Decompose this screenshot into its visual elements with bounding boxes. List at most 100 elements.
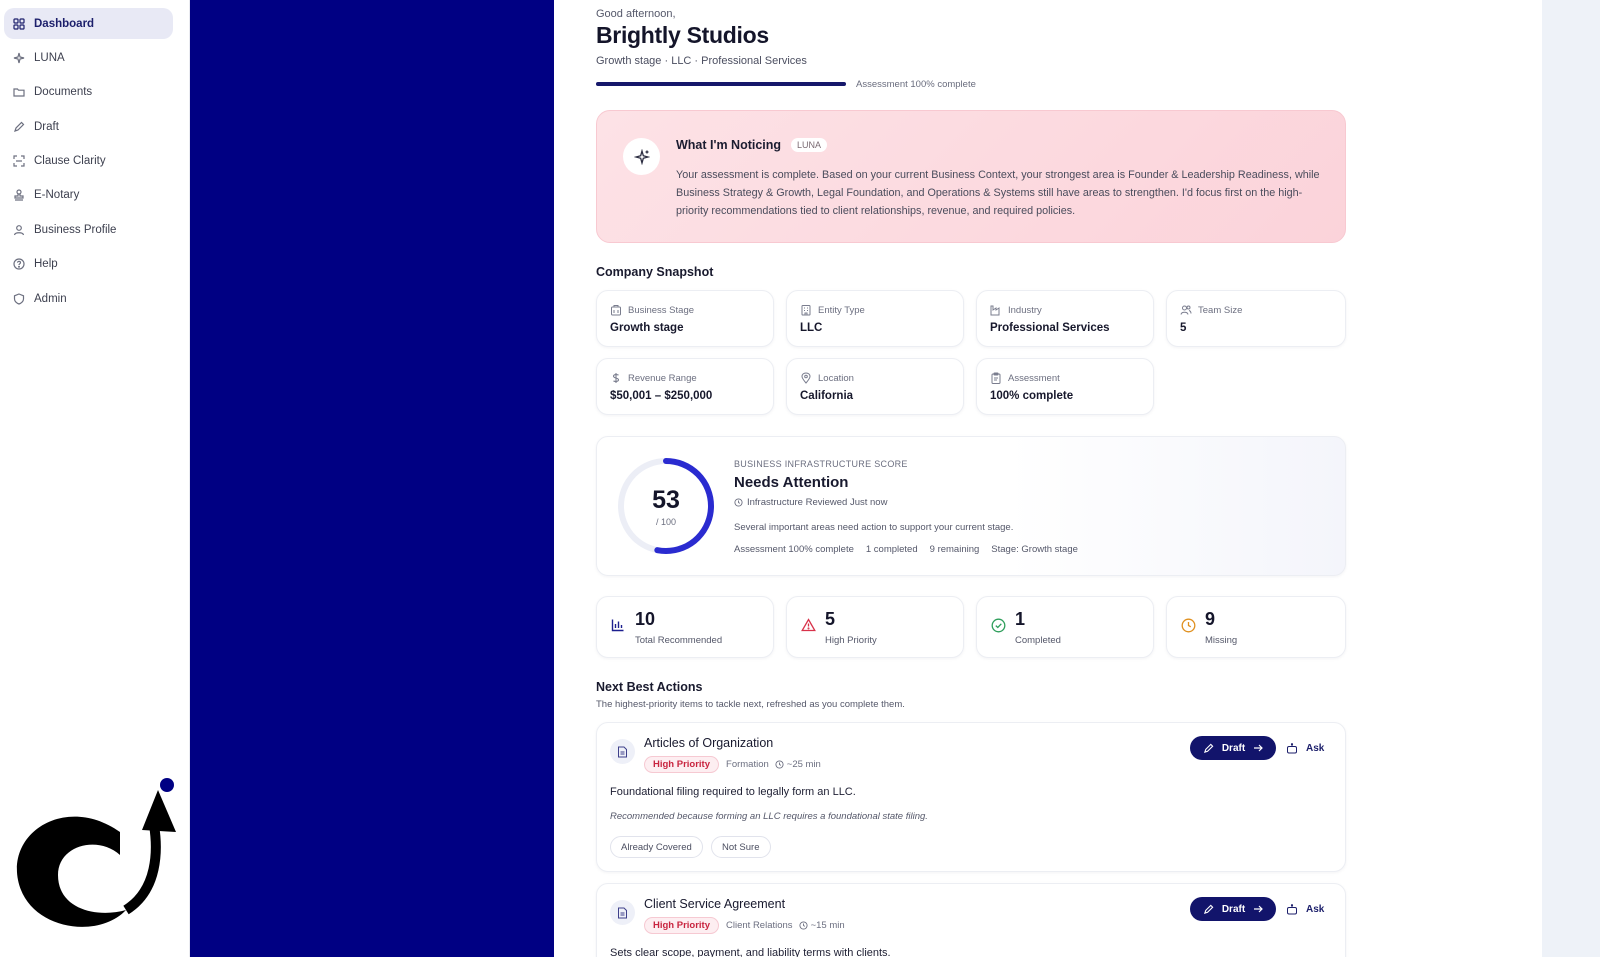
- sidebar-item-label: Draft: [34, 120, 59, 133]
- building-icon: [610, 304, 622, 316]
- snapshot-value: California: [800, 390, 854, 402]
- ask-button-label: Ask: [1306, 903, 1325, 915]
- ask-button-label: Ask: [1306, 742, 1325, 754]
- draft-button[interactable]: Draft: [1190, 897, 1276, 921]
- sidebar-item-admin[interactable]: Admin: [4, 283, 173, 314]
- snapshot-value: $50,001 – $250,000: [610, 390, 713, 402]
- pen-icon: [12, 120, 26, 134]
- sidebar-item-clause-clarity[interactable]: Clause Clarity: [4, 146, 173, 177]
- assessment-progress-fill: [596, 82, 846, 86]
- snapshot-card-entity-type: Entity Type LLC: [786, 290, 964, 347]
- assessment-progress-bar: [596, 82, 846, 86]
- score-stat: Stage: Growth stage: [991, 544, 1078, 555]
- sidebar-item-label: E-Notary: [34, 189, 80, 202]
- clock-icon: [775, 760, 784, 769]
- snapshot-card-revenue-range: Revenue Range $50,001 – $250,000: [596, 358, 774, 415]
- draft-button[interactable]: Draft: [1190, 736, 1276, 760]
- document-icon: [610, 739, 635, 764]
- dashboard-icon: [12, 17, 26, 31]
- draft-button-label: Draft: [1221, 742, 1246, 754]
- already-covered-chip[interactable]: Already Covered: [610, 836, 703, 858]
- snapshot-label-text: Business Stage: [628, 304, 695, 316]
- action-time: ~15 min: [799, 920, 845, 931]
- help-icon: [12, 257, 26, 271]
- not-sure-chip[interactable]: Not Sure: [711, 836, 771, 858]
- sidebar-item-luna[interactable]: LUNA: [4, 42, 173, 73]
- snapshot-label: Business Stage: [610, 304, 694, 316]
- score-description: Several important areas need action to s…: [734, 522, 1014, 533]
- folder-icon: [12, 85, 26, 99]
- office-icon: [800, 304, 812, 316]
- stat-label: Total Recommended: [635, 635, 723, 646]
- score-stat: 9 remaining: [929, 544, 980, 555]
- action-time-text: ~25 min: [786, 759, 821, 770]
- arrow-right-icon: [1253, 743, 1264, 753]
- arrow-right-icon: [1253, 904, 1264, 914]
- score-stats: Assessment 100% complete 1 completed 9 r…: [734, 544, 1090, 555]
- sidebar-item-help[interactable]: Help: [4, 249, 173, 280]
- snapshot-label-text: Revenue Range: [628, 372, 697, 384]
- score-denominator: / 100: [655, 517, 677, 527]
- next-actions-title: Next Best Actions: [596, 680, 703, 694]
- score-reviewed-text: Infrastructure Reviewed Just now: [747, 497, 888, 508]
- sidebar-item-label: Dashboard: [34, 17, 95, 30]
- snapshot-value: 100% complete: [990, 390, 1074, 402]
- stat-value: 1: [1015, 609, 1026, 629]
- shield-icon: [12, 292, 26, 306]
- stat-card-high-priority: 5 High Priority: [786, 596, 964, 658]
- score-kicker: BUSINESS INFRASTRUCTURE SCORE: [734, 459, 908, 469]
- clipboard-icon: [990, 372, 1002, 384]
- user-icon: [12, 223, 26, 237]
- factory-icon: [990, 304, 1002, 316]
- action-description: Foundational filing required to legally …: [610, 786, 856, 798]
- action-card: Client Service Agreement High Priority C…: [596, 883, 1346, 957]
- snapshot-value: 5: [1180, 322, 1187, 334]
- snapshot-label: Assessment: [990, 372, 1060, 384]
- sidebar-item-e-notary[interactable]: E-Notary: [4, 180, 173, 211]
- notice-title: What I'm Noticing: [676, 138, 782, 152]
- blue-band: [190, 0, 554, 957]
- sidebar-item-draft[interactable]: Draft: [4, 111, 173, 142]
- ask-button[interactable]: Ask: [1286, 897, 1324, 921]
- company-name: Brightly Studios: [596, 22, 769, 48]
- action-area: Client Relations: [726, 920, 793, 931]
- next-actions-subtitle: The highest-priority items to tackle nex…: [596, 699, 905, 710]
- snapshot-label: Revenue Range: [610, 372, 697, 384]
- ask-button[interactable]: Ask: [1286, 736, 1324, 760]
- stat-label: High Priority: [825, 635, 877, 646]
- snapshot-label-text: Location: [818, 372, 854, 384]
- greeting: Good afternoon,: [596, 8, 676, 20]
- stamp-icon: [12, 188, 26, 202]
- score-status: Needs Attention: [734, 474, 849, 491]
- stat-label: Missing: [1205, 635, 1238, 646]
- notice-body: Your assessment is complete. Based on yo…: [676, 169, 1320, 217]
- sparkle-icon: [12, 51, 26, 65]
- sidebar-item-business-profile[interactable]: Business Profile: [4, 214, 173, 245]
- pen-icon: [1203, 743, 1214, 754]
- action-card: Articles of Organization High Priority F…: [596, 722, 1346, 872]
- snapshot-label: Entity Type: [800, 304, 865, 316]
- company-meta: Growth stage · LLC · Professional Servic…: [596, 55, 807, 67]
- scan-icon: [12, 154, 26, 168]
- sidebar-item-label: Clause Clarity: [34, 155, 106, 168]
- robot-icon: [1286, 903, 1298, 915]
- priority-badge: High Priority: [644, 917, 720, 934]
- sidebar-item-dashboard[interactable]: Dashboard: [4, 8, 173, 39]
- snapshot-label-text: Industry: [1008, 304, 1042, 316]
- sidebar-item-label: Admin: [34, 292, 67, 305]
- action-title: Client Service Agreement: [644, 897, 786, 911]
- snapshot-value: Professional Services: [990, 322, 1110, 334]
- document-icon: [610, 900, 635, 925]
- draft-button-label: Draft: [1221, 903, 1246, 915]
- snapshot-value: LLC: [800, 322, 823, 334]
- snapshot-card-assessment: Assessment 100% complete: [976, 358, 1154, 415]
- action-description: Sets clear scope, payment, and liability…: [610, 947, 891, 957]
- main-panel: Good afternoon, Brightly Studios Growth …: [554, 0, 1542, 957]
- check-circle-icon: [990, 617, 1006, 633]
- bar-chart-icon: [610, 617, 626, 633]
- sidebar-item-documents[interactable]: Documents: [4, 77, 173, 108]
- stat-value: 5: [825, 609, 836, 629]
- snapshot-value: Growth stage: [610, 322, 684, 334]
- snapshot-label: Team Size: [1180, 304, 1242, 316]
- sidebar-item-label: Business Profile: [34, 223, 117, 236]
